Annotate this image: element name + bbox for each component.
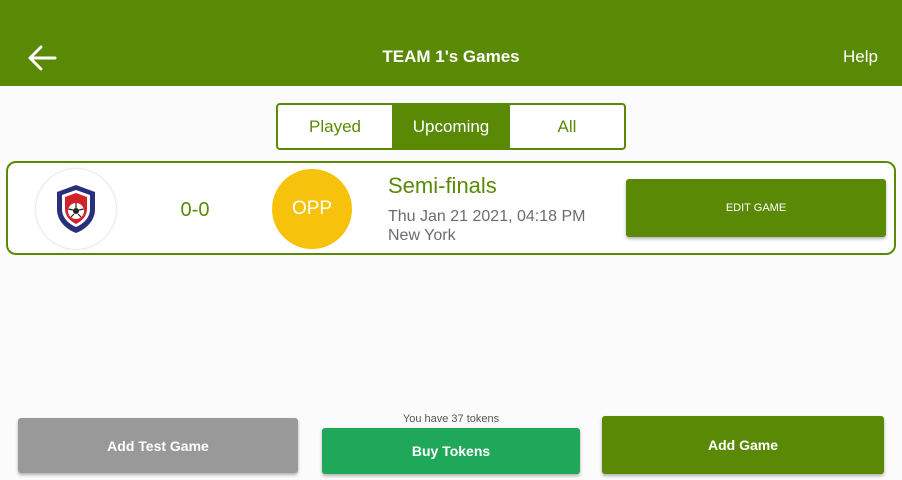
tab-upcoming[interactable]: Upcoming bbox=[392, 105, 508, 148]
help-button[interactable]: Help bbox=[843, 47, 878, 67]
edit-game-button[interactable]: EDIT GAME bbox=[626, 179, 886, 237]
game-score: 0-0 bbox=[180, 199, 210, 221]
game-card[interactable]: 0-0 OPP Semi-finals Thu Jan 21 2021, 04:… bbox=[6, 161, 896, 255]
game-filter-tabs: Played Upcoming All bbox=[276, 103, 626, 150]
tab-played[interactable]: Played bbox=[278, 105, 392, 148]
game-stage: Semi-finals bbox=[388, 173, 497, 198]
buy-tokens-button[interactable]: Buy Tokens bbox=[322, 428, 580, 474]
tab-all[interactable]: All bbox=[508, 105, 624, 148]
shield-soccer-ball-icon bbox=[57, 185, 95, 233]
tokens-count-text: You have 37 tokens bbox=[402, 413, 500, 425]
app-header: TEAM 1's Games Help bbox=[0, 0, 902, 86]
game-location: New York bbox=[388, 227, 456, 244]
opponent-badge: OPP bbox=[272, 169, 352, 249]
page-title: TEAM 1's Games bbox=[382, 47, 520, 66]
team-logo bbox=[36, 169, 116, 249]
add-test-game-button[interactable]: Add Test Game bbox=[18, 418, 298, 473]
add-game-button[interactable]: Add Game bbox=[602, 416, 884, 474]
game-datetime: Thu Jan 21 2021, 04:18 PM bbox=[388, 208, 586, 225]
